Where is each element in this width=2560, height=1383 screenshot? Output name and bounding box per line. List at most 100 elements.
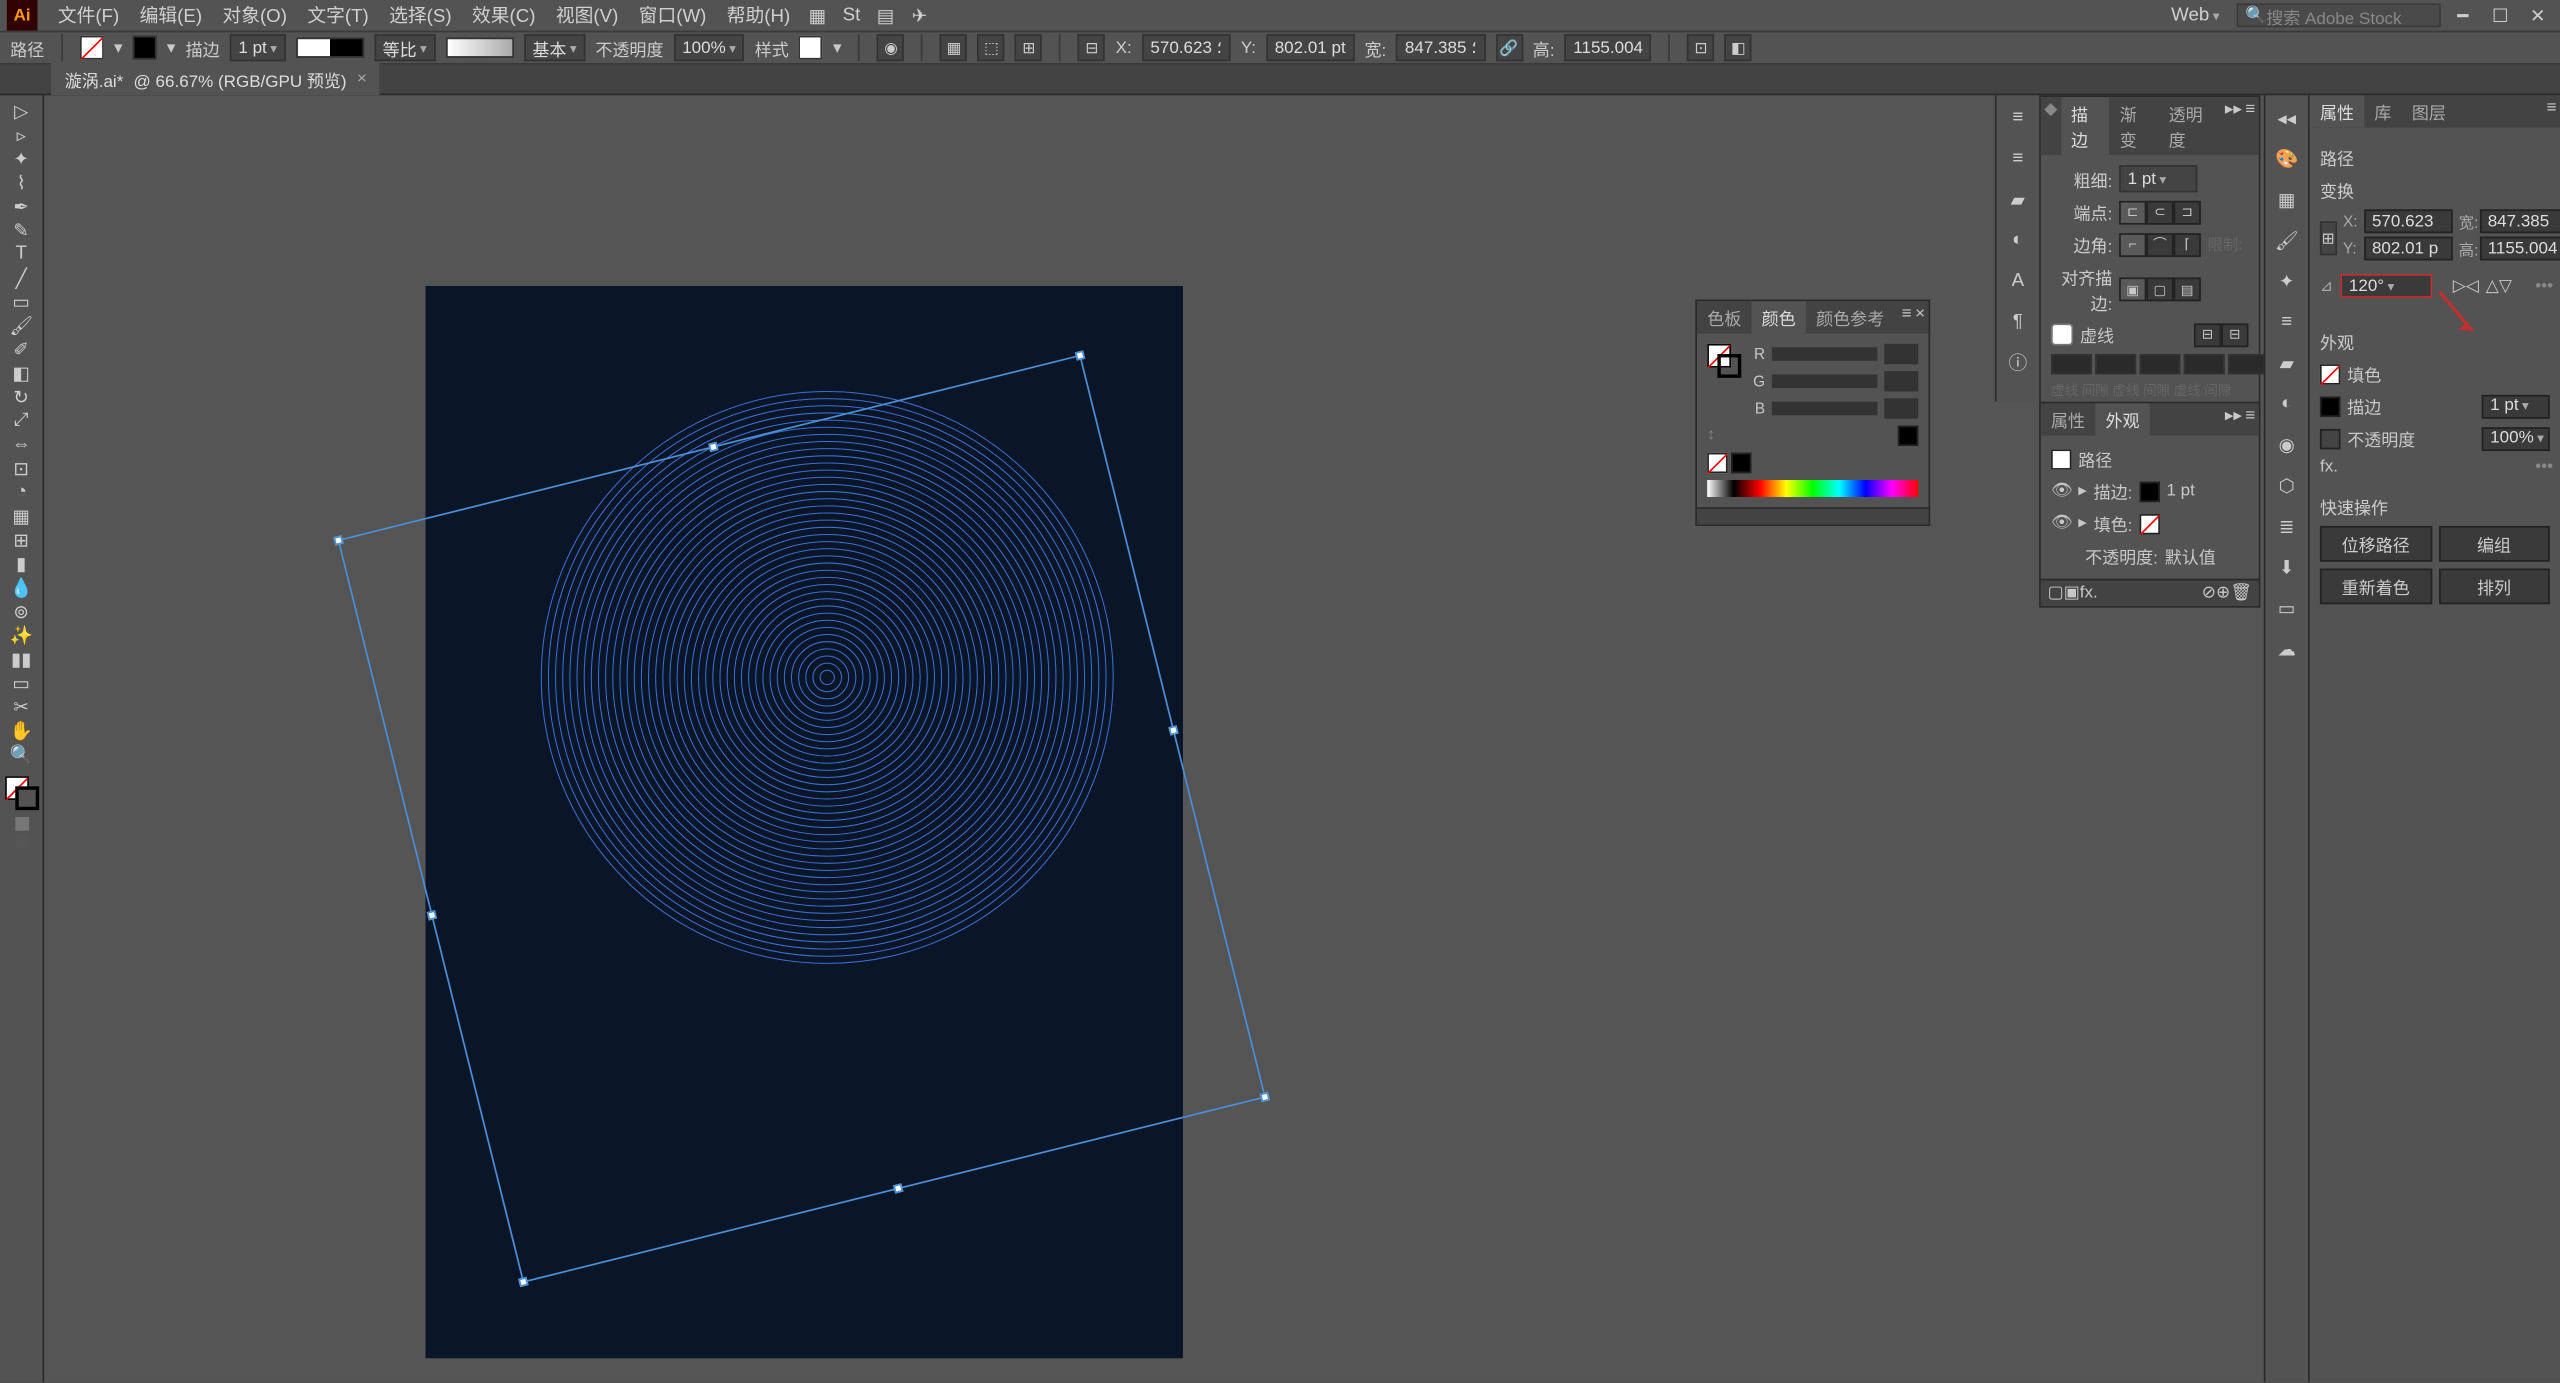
flip-v-icon[interactable]: △▽ bbox=[2486, 277, 2512, 296]
close-tab-icon[interactable]: × bbox=[357, 70, 367, 89]
b-slider[interactable] bbox=[1772, 402, 1878, 416]
stroke-weight-field[interactable]: 1 pt bbox=[230, 34, 286, 61]
magic-wand-tool[interactable]: ✦ bbox=[3, 146, 40, 170]
column-graph-tool[interactable]: ▮▮ bbox=[3, 647, 40, 671]
document-tab[interactable]: 漩涡.ai* @ 66.67% (RGB/GPU 预览) × bbox=[51, 63, 380, 95]
gradient-icon[interactable]: ▰ bbox=[2271, 347, 2302, 378]
g-slider[interactable] bbox=[1772, 374, 1878, 388]
recolor-button[interactable]: ◉ bbox=[877, 34, 904, 61]
fill-swatch[interactable] bbox=[80, 36, 104, 60]
char-dock-icon[interactable]: ¶ bbox=[2003, 306, 2034, 337]
workspace-switcher[interactable]: Web bbox=[2161, 5, 2230, 25]
menu-type[interactable]: 文字(T) bbox=[297, 2, 379, 29]
new-stroke-icon[interactable]: ▣ bbox=[2064, 584, 2080, 603]
h-field[interactable]: 1155.004 bbox=[1565, 34, 1652, 61]
stroke-weight-field[interactable]: 1 pt bbox=[2482, 394, 2550, 418]
fx-label[interactable]: fx. bbox=[2320, 458, 2338, 477]
transparency-icon[interactable]: ◐ bbox=[2271, 388, 2302, 419]
panel-menu-icon[interactable]: ≡ bbox=[2547, 99, 2557, 125]
mask-button[interactable]: ◧ bbox=[1725, 34, 1752, 61]
panel-collapse-icon[interactable]: ▸▸ bbox=[2225, 100, 2242, 151]
minimize-button[interactable]: ━ bbox=[2451, 5, 2475, 25]
mesh-tool[interactable]: ⊞ bbox=[3, 528, 40, 552]
corner-buttons[interactable]: ⌐⌒⌈ bbox=[2119, 232, 2201, 256]
transparency-dock-icon[interactable]: ◐ bbox=[2003, 225, 2034, 256]
gpu-icon[interactable]: ✈ bbox=[906, 5, 933, 25]
selection-tool[interactable]: ▷ bbox=[3, 99, 40, 123]
rectangle-tool[interactable]: ▭ bbox=[3, 289, 40, 313]
stroke-swatch[interactable] bbox=[133, 36, 157, 60]
group-button[interactable]: 编组 bbox=[2438, 526, 2549, 562]
panel-menu-icon[interactable]: ≡ bbox=[2245, 100, 2255, 151]
maximize-button[interactable]: ☐ bbox=[2488, 5, 2512, 25]
opacity-field[interactable]: 100% bbox=[674, 34, 745, 61]
pen-tool[interactable]: ✒ bbox=[3, 194, 40, 218]
isolate-button[interactable]: ⊡ bbox=[1687, 34, 1714, 61]
close-button[interactable]: ✕ bbox=[2526, 5, 2550, 25]
appearance-more-icon[interactable]: ••• bbox=[2535, 458, 2553, 477]
panel-menu-icon[interactable]: ≡ bbox=[1902, 305, 1912, 331]
expand-dock-icon-2[interactable]: ≡ bbox=[2003, 102, 2034, 133]
link-wh-icon[interactable]: 🔗 bbox=[1495, 34, 1522, 61]
visibility-icon[interactable]: 👁 bbox=[2051, 514, 2071, 533]
x-field[interactable]: 570.623 bbox=[2363, 209, 2452, 233]
arrange-icon[interactable]: ▤ bbox=[872, 5, 899, 25]
w-field[interactable]: 847.385 ؛ bbox=[1396, 34, 1485, 61]
gradient-dock-icon[interactable]: ▰ bbox=[2003, 184, 2034, 215]
y-field[interactable]: 802.01 pt bbox=[1266, 34, 1354, 61]
panel-close-icon[interactable]: × bbox=[1915, 305, 1925, 331]
stock-icon[interactable]: St bbox=[838, 5, 865, 25]
hand-tool[interactable]: ✋ bbox=[3, 718, 40, 742]
transparency-tab[interactable]: 透明度 bbox=[2158, 97, 2221, 155]
none-swatch[interactable] bbox=[1707, 453, 1727, 473]
y-field[interactable]: 802.01 p bbox=[2363, 237, 2452, 261]
lasso-tool[interactable]: ⌇ bbox=[3, 170, 40, 194]
fx-icon[interactable]: fx. bbox=[2080, 584, 2098, 603]
r-value[interactable] bbox=[1884, 344, 1918, 364]
menu-select[interactable]: 选择(S) bbox=[379, 2, 462, 29]
eraser-tool[interactable]: ◧ bbox=[3, 361, 40, 385]
g-value[interactable] bbox=[1884, 371, 1918, 391]
arrange-button[interactable]: 排列 bbox=[2438, 569, 2549, 605]
brushes-icon[interactable]: 🖌 bbox=[2271, 225, 2302, 256]
canvas[interactable]: 色板 颜色 颜色参考 ≡× R G B bbox=[44, 95, 2560, 1382]
new-fill-icon[interactable]: ▢ bbox=[2048, 584, 2064, 603]
duplicate-icon[interactable]: ⊕ bbox=[2216, 584, 2230, 603]
props-tab[interactable]: 属性 bbox=[2041, 403, 2095, 435]
b-value[interactable] bbox=[1884, 398, 1918, 418]
recolor-button[interactable]: 重新着色 bbox=[2320, 569, 2431, 605]
artboards-icon[interactable]: ▭ bbox=[2271, 592, 2302, 623]
perspective-tool[interactable]: ▦ bbox=[3, 504, 40, 528]
r-slider[interactable] bbox=[1772, 347, 1878, 361]
direct-selection-tool[interactable]: ▹ bbox=[3, 123, 40, 147]
appearance-tab[interactable]: 外观 bbox=[2095, 403, 2149, 435]
menu-view[interactable]: 视图(V) bbox=[546, 2, 629, 29]
expand-dock-icon[interactable]: ◂◂ bbox=[2271, 102, 2302, 133]
stroke-dock-icon[interactable]: ≡ bbox=[2003, 143, 2034, 174]
shape-button[interactable]: ⬚ bbox=[978, 34, 1005, 61]
flip-h-icon[interactable]: ▷◁ bbox=[2453, 277, 2479, 296]
spectrum-bar[interactable] bbox=[1707, 480, 1918, 497]
shape-builder-tool[interactable]: ◔ bbox=[3, 480, 40, 504]
info-dock-icon[interactable]: ⓘ bbox=[2003, 347, 2034, 378]
stroke-row-value[interactable]: 1 pt bbox=[2166, 482, 2194, 501]
dashed-checkbox[interactable] bbox=[2051, 323, 2073, 345]
bridge-icon[interactable]: ▦ bbox=[804, 5, 831, 25]
artboard-tool[interactable]: ▭ bbox=[3, 671, 40, 695]
layers-tab[interactable]: 图层 bbox=[2402, 95, 2456, 127]
stroke-tab[interactable]: 描边 bbox=[2061, 97, 2110, 155]
width-tool[interactable]: ⇔ bbox=[3, 432, 40, 456]
transform-more-icon[interactable]: ••• bbox=[2535, 277, 2553, 296]
libraries-icon[interactable]: ☁ bbox=[2271, 633, 2302, 664]
panel-collapse-icon[interactable]: ▸▸ bbox=[2225, 407, 2242, 433]
symbols-icon[interactable]: ✦ bbox=[2271, 266, 2302, 297]
symbol-sprayer-tool[interactable]: ✨ bbox=[3, 623, 40, 647]
weight-field[interactable]: 1 pt bbox=[2119, 165, 2197, 192]
color-tab[interactable]: 颜色 bbox=[1751, 301, 1805, 333]
draw-mode-buttons[interactable] bbox=[14, 817, 28, 848]
properties-tab[interactable]: 属性 bbox=[2310, 95, 2364, 127]
color-icon[interactable]: 🎨 bbox=[2271, 143, 2302, 174]
offset-path-button[interactable]: 位移路径 bbox=[2320, 526, 2431, 562]
basic-dropdown[interactable]: 基本 bbox=[524, 34, 585, 61]
h-field[interactable]: 1155.004 bbox=[2479, 237, 2560, 261]
